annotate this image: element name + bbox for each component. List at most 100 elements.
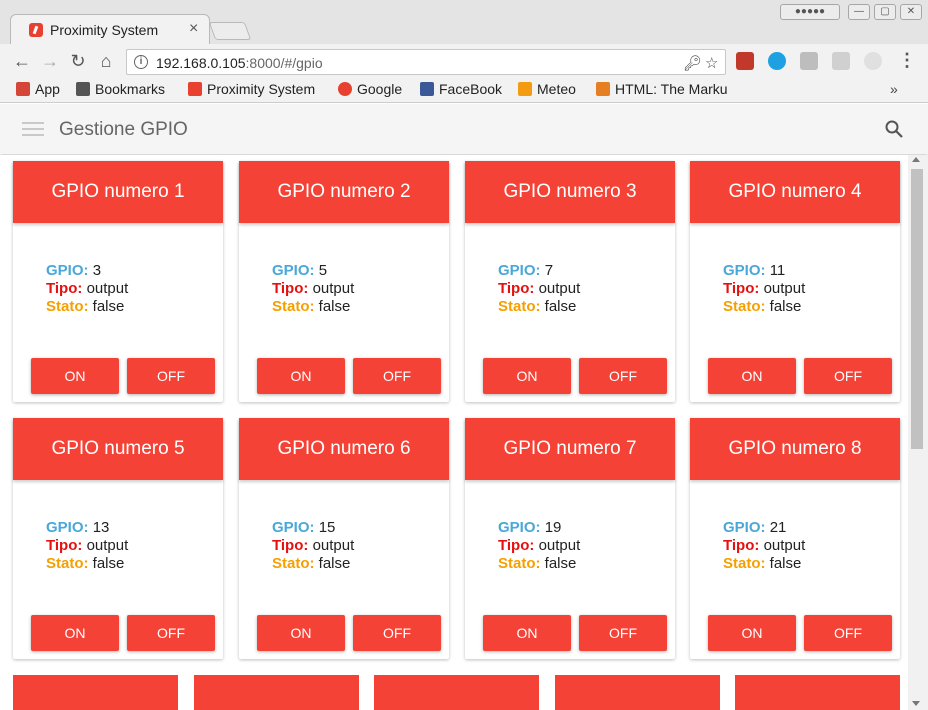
tipo-label: Tipo: (272, 280, 309, 297)
bookmark-facebook[interactable]: FaceBook (420, 81, 502, 97)
on-button[interactable]: ON (257, 615, 345, 651)
bookmark-app[interactable]: App (16, 81, 60, 97)
scrollbar-thumb[interactable] (911, 169, 923, 449)
gpio-label: GPIO: (46, 262, 89, 279)
card-title: GPIO numero 3 (465, 161, 675, 223)
gpio-value: 3 (92, 262, 102, 279)
bookmark-label: Proximity System (207, 81, 316, 97)
tipo-value: output (312, 537, 355, 554)
skype-extension-icon[interactable] (768, 52, 786, 70)
star-icon (76, 82, 90, 96)
off-button[interactable]: OFF (804, 615, 892, 651)
maximize-button[interactable]: ▢ (874, 4, 896, 20)
url-text[interactable]: 192.168.0.105:8000/#/gpio (156, 55, 323, 71)
on-button[interactable]: ON (31, 358, 119, 394)
gpio-label: GPIO: (272, 262, 315, 279)
minimize-button[interactable]: — (848, 4, 870, 20)
menu-icon[interactable] (22, 122, 44, 136)
info-icon[interactable]: i (134, 55, 148, 69)
close-window-button[interactable]: ✕ (900, 4, 922, 20)
home-icon[interactable]: ⌂ (96, 51, 116, 72)
tipo-value: output (763, 280, 806, 297)
w3-icon (596, 82, 610, 96)
stato-label: Stato: (46, 555, 89, 572)
tipo-value: output (538, 537, 581, 554)
url-path: :8000/#/gpio (245, 55, 323, 71)
on-button[interactable]: ON (31, 615, 119, 651)
gpio-value: 15 (318, 519, 336, 536)
card-details: GPIO: 11 Tipo: output Stato: false (723, 262, 805, 316)
stato-label: Stato: (498, 555, 541, 572)
card-details: GPIO: 13 Tipo: output Stato: false (46, 519, 128, 573)
gpio-value: 21 (769, 519, 787, 536)
new-tab-button[interactable] (208, 22, 252, 40)
off-button[interactable]: OFF (353, 358, 441, 394)
on-button[interactable]: ON (483, 358, 571, 394)
on-button[interactable]: ON (257, 358, 345, 394)
off-button[interactable]: OFF (579, 358, 667, 394)
forward-arrow-icon[interactable]: → (40, 51, 60, 72)
stato-value: false (544, 298, 577, 315)
search-icon[interactable] (885, 120, 903, 138)
off-button[interactable]: OFF (127, 615, 215, 651)
on-button[interactable]: ON (483, 615, 571, 651)
user-profile-button[interactable]: ●●●●● (780, 4, 840, 20)
tab-title: Proximity System (50, 22, 159, 38)
proximity-icon (188, 82, 202, 96)
gpio-value: 7 (544, 262, 554, 279)
gpio-card: GPIO numero 8 GPIO: 21 Tipo: output Stat… (690, 418, 900, 659)
address-bar[interactable]: i 192.168.0.105:8000/#/gpio 🔑︎ ☆ (126, 49, 726, 75)
off-button[interactable]: OFF (804, 358, 892, 394)
cors-extension-icon[interactable] (736, 52, 754, 70)
scroll-up-arrow-icon[interactable] (912, 157, 920, 162)
on-button[interactable]: ON (708, 358, 796, 394)
off-button[interactable]: OFF (127, 358, 215, 394)
scroll-down-arrow-icon[interactable] (912, 701, 920, 706)
cube-extension-icon[interactable] (832, 52, 850, 70)
bookmark-bookmarks[interactable]: Bookmarks (76, 81, 165, 97)
gpio-value: 19 (544, 519, 562, 536)
gpio-card: GPIO numero 4 GPIO: 11 Tipo: output Stat… (690, 161, 900, 402)
gpio-grid: GPIO numero 1 GPIO: 3 Tipo: output Stato… (0, 155, 908, 710)
stato-value: false (92, 555, 125, 572)
key-icon[interactable]: 🔑︎ (683, 54, 702, 72)
gpio-card-header-partial (194, 675, 359, 710)
settings-extension-icon[interactable] (864, 52, 882, 70)
browser-tab[interactable]: Proximity System × (10, 14, 210, 44)
tipo-label: Tipo: (723, 280, 760, 297)
camera-extension-icon[interactable] (800, 52, 818, 70)
bookmark-google[interactable]: Google (338, 81, 402, 97)
bookmark-label: App (35, 81, 60, 97)
off-button[interactable]: OFF (353, 615, 441, 651)
browser-menu-icon[interactable]: ⋮ (898, 50, 916, 71)
app-header: Gestione GPIO (0, 104, 928, 154)
card-details: GPIO: 5 Tipo: output Stato: false (272, 262, 354, 316)
stato-value: false (769, 555, 802, 572)
gpio-card-header-partial (735, 675, 900, 710)
on-button[interactable]: ON (708, 615, 796, 651)
tab-close-icon[interactable]: × (189, 20, 198, 38)
off-button[interactable]: OFF (579, 615, 667, 651)
page-scrollbar[interactable] (908, 155, 928, 710)
browser-titlebar: Proximity System × ●●●●● — ▢ ✕ (0, 0, 928, 44)
stato-value: false (544, 555, 577, 572)
bookmark-star-icon[interactable]: ☆ (705, 54, 718, 72)
bookmark-html[interactable]: HTML: The Marku (596, 81, 736, 97)
tipo-label: Tipo: (498, 537, 535, 554)
gpio-label: GPIO: (498, 262, 541, 279)
tipo-value: output (86, 280, 129, 297)
reload-icon[interactable]: ↻ (68, 51, 88, 72)
stato-value: false (318, 555, 351, 572)
bookmarks-bar: App Bookmarks Proximity System Google Fa… (0, 79, 928, 103)
tipo-label: Tipo: (498, 280, 535, 297)
bookmark-meteo[interactable]: Meteo (518, 81, 576, 97)
bookmark-proximity[interactable]: Proximity System (188, 81, 324, 97)
tipo-value: output (763, 537, 806, 554)
stato-label: Stato: (272, 298, 315, 315)
back-arrow-icon[interactable]: ← (12, 51, 32, 72)
card-details: GPIO: 21 Tipo: output Stato: false (723, 519, 805, 573)
bookmarks-more-icon[interactable]: » (890, 81, 898, 97)
card-title: GPIO numero 2 (239, 161, 449, 223)
gpio-value: 5 (318, 262, 328, 279)
card-title: GPIO numero 6 (239, 418, 449, 480)
